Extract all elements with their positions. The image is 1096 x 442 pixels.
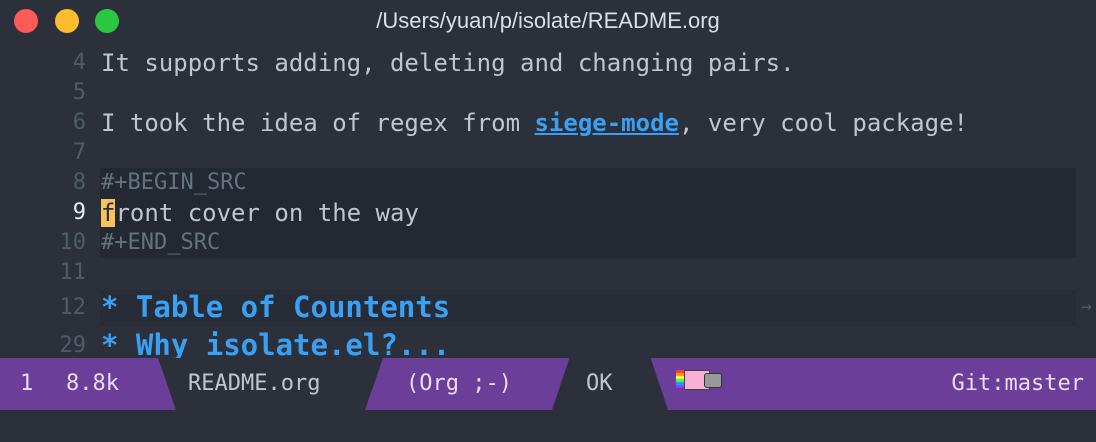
line-number: 4 bbox=[72, 50, 86, 75]
line-text-rest: ront cover on the way bbox=[115, 199, 419, 227]
buffer-size: 8.8k bbox=[66, 371, 119, 396]
line-number: 10 bbox=[59, 230, 87, 255]
title-bar: /Users/yuan/p/isolate/README.org bbox=[0, 0, 1096, 44]
src-end-keyword: #+END_SRC bbox=[101, 230, 221, 255]
major-mode[interactable]: (Org ;-) bbox=[406, 358, 512, 410]
siege-mode-link[interactable]: siege-mode bbox=[534, 109, 679, 137]
src-begin-keyword: #+BEGIN_SRC bbox=[101, 170, 247, 195]
line-text-after: , very cool package! bbox=[678, 109, 968, 137]
editor-line: 7 bbox=[0, 138, 1096, 168]
continuation-arrow-icon: → bbox=[1081, 296, 1092, 317]
line-number: 5 bbox=[72, 80, 86, 105]
nyan-cat-icon bbox=[676, 368, 726, 390]
echo-area bbox=[0, 410, 1096, 442]
heading-why-isolate[interactable]: * Why isolate.el?... bbox=[101, 328, 450, 362]
mode-line: 1 8.8k README.org (Org ;-) OK Git:master bbox=[0, 358, 1096, 410]
editor-line: 6 I took the idea of regex from siege-mo… bbox=[0, 108, 1096, 138]
emacs-window: /Users/yuan/p/isolate/README.org 4 It su… bbox=[0, 0, 1096, 442]
text-cursor: f bbox=[101, 199, 116, 227]
line-number: 7 bbox=[72, 140, 86, 165]
heading-table-of-contents[interactable]: * Table of Countents bbox=[101, 290, 450, 324]
line-text: I took the idea of regex from siege-mode… bbox=[101, 108, 968, 138]
editor-line: 4 It supports adding, deleting and chang… bbox=[0, 48, 1096, 78]
heading-line[interactable]: 12 * Table of Countents → bbox=[0, 290, 1096, 326]
buffer-filename[interactable]: README.org bbox=[188, 358, 320, 410]
editor-buffer[interactable]: 4 It supports adding, deleting and chang… bbox=[0, 44, 1096, 362]
line-number: 8 bbox=[72, 170, 86, 195]
editor-line: 10 #+END_SRC bbox=[0, 228, 1096, 258]
line-number: 11 bbox=[59, 260, 87, 285]
line-text-before: I took the idea of regex from bbox=[101, 109, 535, 137]
editor-line-current: 9 front cover on the way bbox=[0, 198, 1096, 228]
line-number: 9 bbox=[72, 200, 86, 225]
editor-line: 11 bbox=[0, 258, 1096, 288]
vcs-branch[interactable]: Git:master bbox=[952, 358, 1084, 410]
window-title: /Users/yuan/p/isolate/README.org bbox=[376, 8, 720, 33]
editor-line: 5 bbox=[0, 78, 1096, 108]
line-number: 12 bbox=[59, 295, 87, 320]
line-text: front cover on the way bbox=[101, 198, 419, 228]
line-number: 6 bbox=[72, 110, 86, 135]
buffer-position: 1 bbox=[20, 371, 34, 396]
editor-line: 8 #+BEGIN_SRC bbox=[0, 168, 1096, 198]
line-text: It supports adding, deleting and changin… bbox=[101, 49, 795, 77]
status-indicator: OK bbox=[586, 371, 613, 396]
